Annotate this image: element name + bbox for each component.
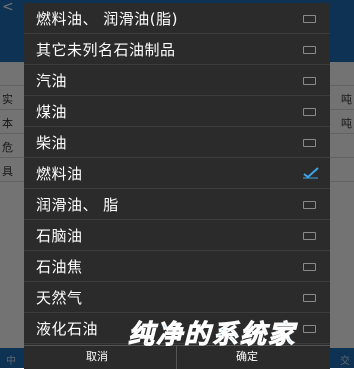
checkbox[interactable] <box>303 77 316 85</box>
checkbox[interactable] <box>303 15 316 23</box>
option-item[interactable]: 燃料油、 润滑油(脂) <box>24 3 330 34</box>
option-label: 燃料油 <box>36 165 83 183</box>
cancel-button[interactable]: 取消 <box>86 348 108 364</box>
option-item-selected[interactable]: 燃料油 <box>24 158 330 189</box>
option-label: 其它未列名石油制品 <box>36 41 176 59</box>
option-label: 液化石油 <box>36 320 99 338</box>
checkbox[interactable] <box>303 294 316 302</box>
watermark-logo: 纯净的系统家 <box>127 320 297 351</box>
option-label: 天然气 <box>36 289 83 307</box>
checkbox[interactable] <box>303 108 316 116</box>
option-label: 石油焦 <box>36 258 83 276</box>
checkbox-checked[interactable] <box>303 167 319 179</box>
checkbox[interactable] <box>303 46 316 54</box>
option-item[interactable]: 其它未列名石油制品 <box>24 34 330 65</box>
checkbox[interactable] <box>303 325 316 333</box>
option-item[interactable]: 柴油 <box>24 127 330 158</box>
option-label: 煤油 <box>36 103 68 121</box>
option-label: 柴油 <box>36 134 68 152</box>
option-label: 石脑油 <box>36 227 83 245</box>
option-label: 润滑油、 脂 <box>36 196 119 214</box>
option-item[interactable]: 石油焦 <box>24 251 330 282</box>
option-label: 汽油 <box>36 72 68 90</box>
option-item[interactable]: 煤油 <box>24 96 330 127</box>
option-label: 燃料油、 润滑油(脂) <box>36 10 178 28</box>
checkmark-icon <box>303 167 319 179</box>
checkbox[interactable] <box>303 263 316 271</box>
checkbox[interactable] <box>303 201 316 209</box>
checkbox[interactable] <box>303 139 316 147</box>
option-item[interactable]: 石脑油 <box>24 220 330 251</box>
option-item[interactable]: 汽油 <box>24 65 330 96</box>
option-item[interactable]: 润滑油、 脂 <box>24 189 330 220</box>
option-item[interactable]: 天然气 <box>24 282 330 313</box>
checkbox[interactable] <box>303 232 316 240</box>
